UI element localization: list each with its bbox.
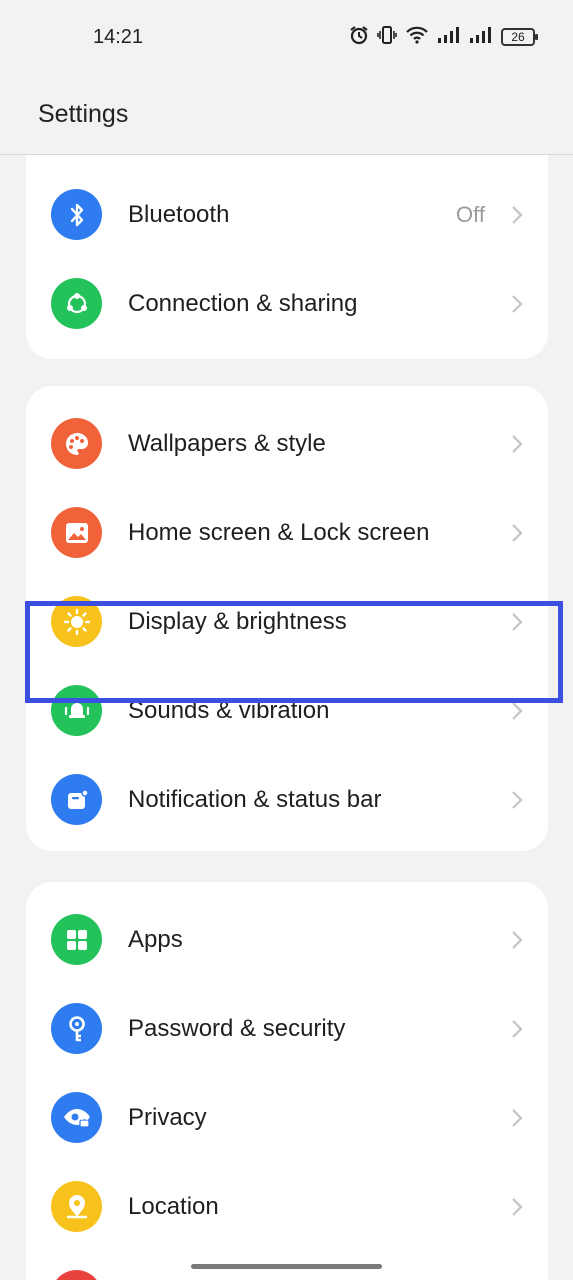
settings-list[interactable]: Bluetooth Off Connection & sharing Wallp… [0, 155, 573, 1280]
status-bar: 14:21 26 [0, 0, 573, 74]
chevron-right-icon [512, 612, 523, 631]
share-icon [51, 278, 102, 329]
wifi-icon [405, 25, 429, 50]
status-icons: 26 [349, 24, 538, 50]
sun-icon [51, 596, 102, 647]
settings-item-display-brightness[interactable]: Display & brightness [26, 577, 548, 666]
chevron-right-icon [512, 701, 523, 720]
settings-group-connectivity: Bluetooth Off Connection & sharing [26, 155, 548, 359]
page-header: Settings [0, 74, 573, 155]
settings-item-label: Home screen & Lock screen [128, 518, 430, 546]
settings-item-wallpapers-style[interactable]: Wallpapers & style [26, 399, 548, 488]
alarm-icon [349, 25, 369, 50]
signal-icon-1 [437, 25, 461, 50]
settings-item-label: Bluetooth [128, 200, 230, 228]
settings-item-label: Apps [128, 925, 183, 953]
settings-item-password-security[interactable]: Password & security [26, 984, 548, 1073]
settings-item-privacy[interactable]: Privacy [26, 1073, 548, 1162]
chevron-right-icon [512, 1197, 523, 1216]
picture-icon [51, 507, 102, 558]
settings-item-label: Connection & sharing [128, 289, 358, 317]
chevron-right-icon [512, 930, 523, 949]
settings-item-bluetooth[interactable]: Bluetooth Off [26, 170, 548, 259]
settings-item-sounds-vibration[interactable]: Sounds & vibration [26, 666, 548, 755]
vibrate-icon [377, 25, 397, 50]
settings-item-value: Off [456, 201, 485, 227]
home-indicator[interactable] [191, 1264, 382, 1269]
settings-item-label: Wallpapers & style [128, 429, 326, 457]
chevron-right-icon [512, 523, 523, 542]
signal-icon-2 [469, 25, 493, 50]
bluetooth-icon [51, 189, 102, 240]
settings-item-label: Sounds & vibration [128, 696, 330, 724]
settings-item-notification-status-bar[interactable]: Notification & status bar [26, 755, 548, 844]
settings-group-apps-security: Apps Password & security Privacy Locatio… [26, 882, 548, 1280]
chevron-right-icon [512, 1019, 523, 1038]
settings-item-home-lock-screen[interactable]: Home screen & Lock screen [26, 488, 548, 577]
bell-icon [51, 685, 102, 736]
settings-group-personalization: Wallpapers & style Home screen & Lock sc… [26, 386, 548, 851]
eye-lock-icon [51, 1092, 102, 1143]
page-title: Settings [38, 100, 129, 128]
chevron-right-icon [512, 205, 523, 224]
settings-item-label: Location [128, 1192, 219, 1220]
notification-icon [51, 774, 102, 825]
settings-item-location[interactable]: Location [26, 1162, 548, 1251]
settings-item-label: Display & brightness [128, 607, 347, 635]
settings-item-label: Notification & status bar [128, 785, 382, 813]
location-pin-icon [51, 1181, 102, 1232]
settings-item-connection-sharing[interactable]: Connection & sharing [26, 259, 548, 348]
apps-grid-icon [51, 914, 102, 965]
chevron-right-icon [512, 294, 523, 313]
settings-item-label: Password & security [128, 1014, 346, 1042]
key-icon [51, 1003, 102, 1054]
chevron-right-icon [512, 790, 523, 809]
palette-icon [51, 418, 102, 469]
status-time: 14:21 [93, 26, 144, 48]
chevron-right-icon [512, 434, 523, 453]
settings-item-label: Privacy [128, 1103, 207, 1131]
chevron-right-icon [512, 1108, 523, 1127]
battery-indicator: 26 [501, 28, 538, 46]
partial-red-icon [51, 1270, 102, 1280]
settings-item-apps[interactable]: Apps [26, 895, 548, 984]
